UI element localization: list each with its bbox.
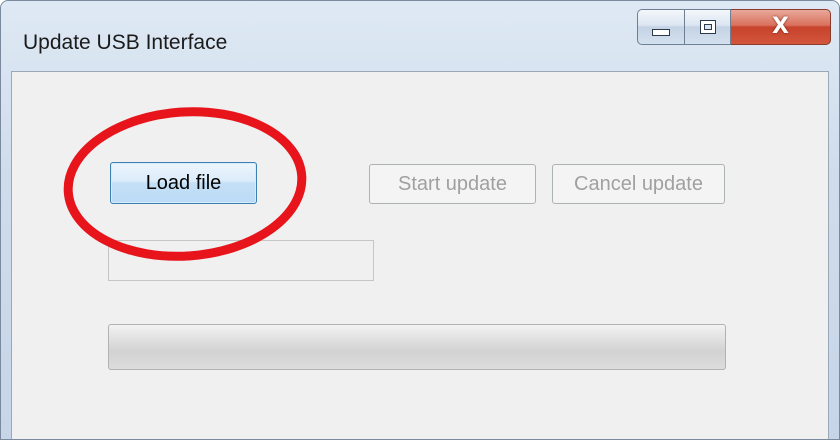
update-usb-interface-window: Update USB Interface X Load file Start u…: [0, 0, 840, 440]
update-progress-bar: [108, 324, 726, 370]
caption-buttons: X: [637, 9, 837, 47]
start-update-button: Start update: [369, 164, 536, 204]
minimize-icon: [652, 28, 670, 36]
close-icon: X: [772, 14, 789, 39]
title-bar[interactable]: Update USB Interface X: [1, 1, 839, 63]
file-path-field[interactable]: [108, 240, 374, 281]
maximize-button[interactable]: [685, 9, 731, 45]
client-area: Load file Start update Cancel update: [11, 71, 829, 439]
cancel-update-button: Cancel update: [552, 164, 725, 204]
close-button[interactable]: X: [731, 9, 831, 45]
maximize-icon: [699, 20, 716, 34]
window-title: Update USB Interface: [23, 31, 228, 54]
minimize-button[interactable]: [637, 9, 685, 45]
load-file-button[interactable]: Load file: [110, 162, 257, 204]
